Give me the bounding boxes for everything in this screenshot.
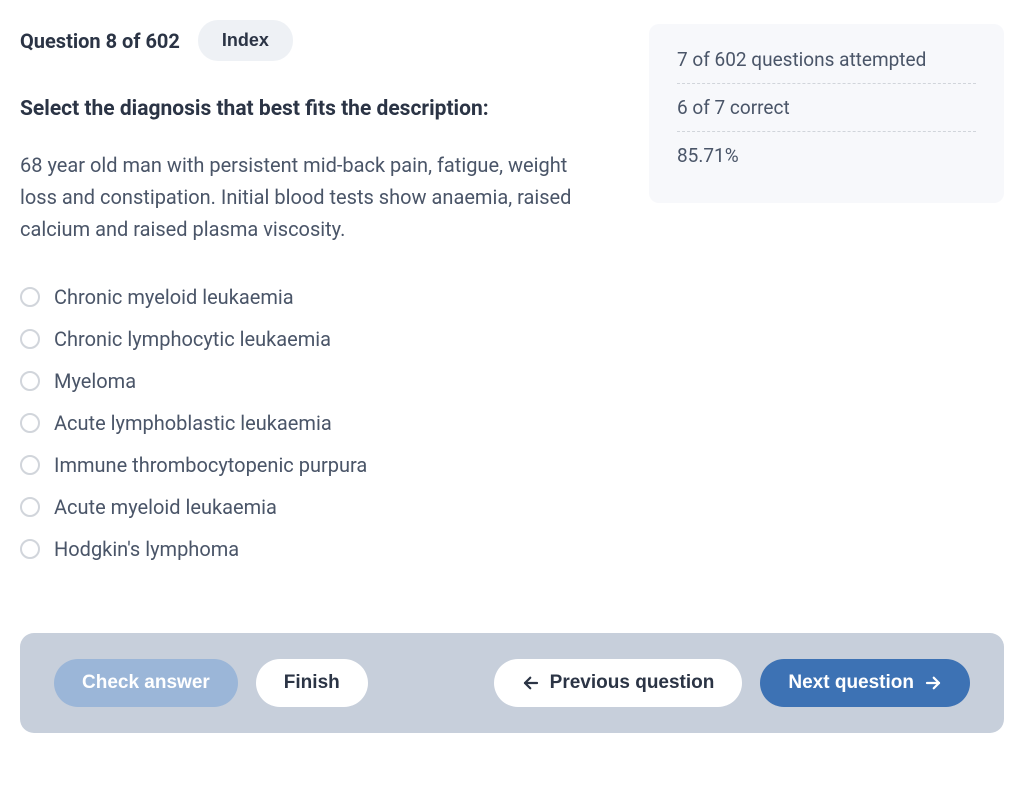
stat-correct: 6 of 7 correct — [677, 84, 976, 132]
stat-percent: 85.71% — [677, 132, 976, 179]
question-header: Question 8 of 602 Index — [20, 20, 619, 61]
option-label: Chronic lymphocytic leukaemia — [54, 327, 331, 351]
radio-icon — [20, 329, 40, 349]
stats-sidebar: 7 of 602 questions attempted 6 of 7 corr… — [649, 24, 1004, 203]
option-label: Acute myeloid leukaemia — [54, 495, 277, 519]
options-list: Chronic myeloid leukaemia Chronic lympho… — [20, 285, 619, 561]
option-0[interactable]: Chronic myeloid leukaemia — [20, 285, 619, 309]
previous-question-button[interactable]: Previous question — [494, 659, 743, 707]
option-6[interactable]: Hodgkin's lymphoma — [20, 537, 619, 561]
radio-icon — [20, 455, 40, 475]
index-button[interactable]: Index — [198, 20, 293, 61]
finish-button[interactable]: Finish — [256, 659, 368, 707]
radio-icon — [20, 539, 40, 559]
check-answer-button[interactable]: Check answer — [54, 659, 238, 707]
option-label: Chronic myeloid leukaemia — [54, 285, 294, 309]
previous-question-label: Previous question — [550, 672, 715, 694]
next-question-button[interactable]: Next question — [760, 659, 970, 707]
option-1[interactable]: Chronic lymphocytic leukaemia — [20, 327, 619, 351]
radio-icon — [20, 497, 40, 517]
option-2[interactable]: Myeloma — [20, 369, 619, 393]
arrow-left-icon — [522, 674, 540, 692]
question-body: 68 year old man with persistent mid-back… — [20, 149, 600, 245]
arrow-right-icon — [924, 674, 942, 692]
option-label: Hodgkin's lymphoma — [54, 537, 239, 561]
radio-icon — [20, 371, 40, 391]
next-question-label: Next question — [788, 672, 914, 694]
radio-icon — [20, 287, 40, 307]
option-label: Immune thrombocytopenic purpura — [54, 453, 367, 477]
stat-attempted: 7 of 602 questions attempted — [677, 48, 976, 84]
question-counter: Question 8 of 602 — [20, 29, 180, 53]
option-label: Acute lymphoblastic leukaemia — [54, 411, 332, 435]
main-content: Question 8 of 602 Index Select the diagn… — [20, 20, 619, 561]
question-title: Select the diagnosis that best fits the … — [20, 97, 619, 121]
footer-bar: Check answer Finish Previous question Ne… — [20, 633, 1004, 733]
option-label: Myeloma — [54, 369, 136, 393]
option-5[interactable]: Acute myeloid leukaemia — [20, 495, 619, 519]
option-3[interactable]: Acute lymphoblastic leukaemia — [20, 411, 619, 435]
option-4[interactable]: Immune thrombocytopenic purpura — [20, 453, 619, 477]
radio-icon — [20, 413, 40, 433]
